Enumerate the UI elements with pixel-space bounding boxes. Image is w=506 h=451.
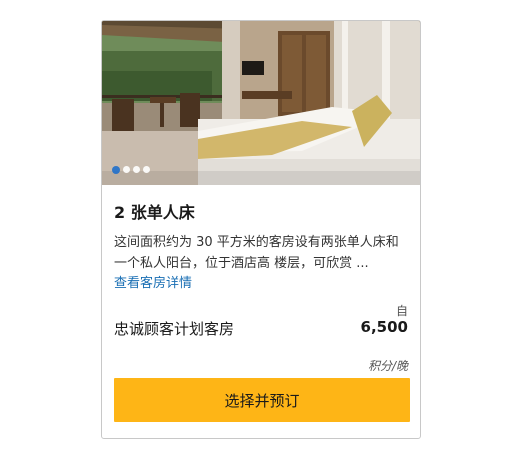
points-price: 6,500 xyxy=(360,318,408,336)
carousel-dot-active[interactable] xyxy=(112,165,120,174)
carousel-indicators xyxy=(112,165,150,174)
carousel-dot[interactable] xyxy=(123,166,130,173)
room-title: 2 张单人床 xyxy=(114,203,195,222)
room-details-link[interactable]: 查看客房详情 xyxy=(114,272,192,291)
price-from-label: 自 xyxy=(395,304,408,318)
carousel-dot[interactable] xyxy=(133,166,140,173)
room-description: 这间面积约为 30 平方米的客房设有两张单人床和一个私人阳台，位于酒店高 楼层，… xyxy=(114,235,399,271)
points-unit: 积分/晚 xyxy=(367,359,408,373)
carousel-dot[interactable] xyxy=(143,166,150,173)
room-photo[interactable] xyxy=(102,21,420,185)
room-photo-image xyxy=(102,21,420,185)
select-and-book-button[interactable]: 选择并预订 xyxy=(114,378,410,422)
rate-name: 忠诚顾客计划客房 xyxy=(114,320,235,338)
room-card: 2 张单人床 这间面积约为 30 平方米的客房设有两张单人床和一个私人阳台，位于… xyxy=(101,20,421,439)
